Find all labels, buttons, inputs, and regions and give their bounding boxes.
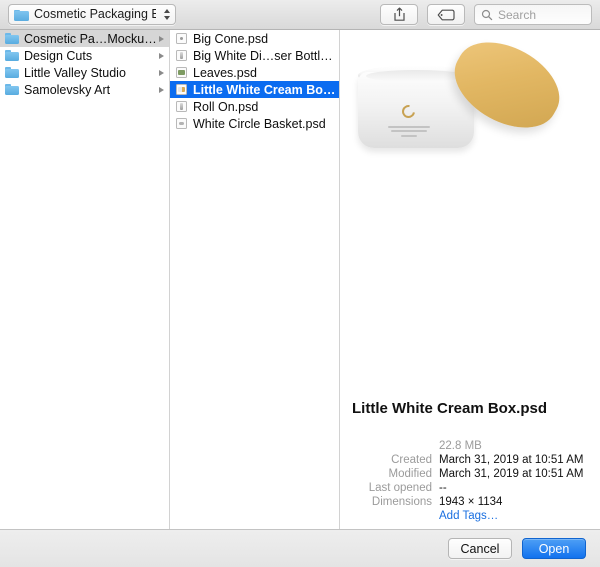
metadata-value-size: 22.8 MB	[439, 440, 482, 452]
metadata-label-dimensions: Dimensions	[371, 496, 432, 508]
cancel-button[interactable]: Cancel	[448, 538, 512, 559]
folder-icon	[14, 9, 29, 21]
psd-file-icon	[176, 67, 187, 78]
metadata-row-modified: Modified March 31, 2019 at 10:51 AM	[340, 467, 600, 481]
metadata-row-size: 22.8 MB	[340, 439, 600, 453]
add-tags-link[interactable]: Add Tags…	[439, 510, 498, 522]
search-placeholder: Search	[498, 7, 537, 22]
sidebar-item-label: Samolevsky Art	[24, 82, 111, 97]
file-row-white-circle-basket[interactable]: White Circle Basket.psd	[170, 115, 339, 132]
psd-file-icon	[176, 118, 187, 129]
folder-icon	[5, 67, 19, 78]
file-label: Big White Di…ser Bottle.psd	[193, 48, 337, 63]
chevron-right-icon	[159, 69, 164, 76]
folder-icon	[5, 84, 19, 95]
metadata-row-dimensions: Dimensions 1943 × 1134	[340, 495, 600, 509]
column-browser: Cosmetic Pa…Mockup Zone Design Cuts Litt…	[0, 30, 600, 529]
metadata-value-created: March 31, 2019 at 10:51 AM	[439, 454, 584, 466]
folder-icon	[5, 33, 19, 44]
column-files[interactable]: Big Cone.psd Big White Di…ser Bottle.psd…	[170, 30, 340, 529]
file-preview-image	[340, 30, 600, 400]
sidebar-item-design-cuts[interactable]: Design Cuts	[0, 47, 169, 64]
preview-file-name: Little White Cream Box.psd	[352, 400, 548, 417]
file-row-roll-on[interactable]: Roll On.psd	[170, 98, 339, 115]
psd-file-icon	[176, 84, 187, 95]
jar-rim-inner	[366, 70, 466, 82]
metadata-row-created: Created March 31, 2019 at 10:51 AM	[340, 453, 600, 467]
share-button[interactable]	[380, 4, 418, 25]
open-file-dialog: Cosmetic Packaging Br…	[0, 0, 600, 567]
tag-icon	[437, 9, 455, 20]
metadata-label-modified: Modified	[388, 468, 432, 480]
metadata-value-modified: March 31, 2019 at 10:51 AM	[439, 468, 584, 480]
dialog-footer: Cancel Open	[0, 529, 600, 567]
dialog-toolbar: Cosmetic Packaging Br…	[0, 0, 600, 30]
sidebar-item-little-valley-studio[interactable]: Little Valley Studio	[0, 64, 169, 81]
metadata-label-last-opened: Last opened	[368, 482, 432, 494]
file-metadata-table: 22.8 MB Created March 31, 2019 at 10:51 …	[340, 439, 600, 523]
file-label: Big Cone.psd	[193, 31, 269, 46]
metadata-row-last-opened: Last opened --	[340, 481, 600, 495]
chevron-right-icon	[159, 86, 164, 93]
sidebar-item-label: Cosmetic Pa…Mockup Zone	[24, 31, 159, 46]
file-row-little-white-cream-box[interactable]: Little White Cream Box.psd	[170, 81, 339, 98]
file-row-leaves[interactable]: Leaves.psd	[170, 64, 339, 81]
location-popup-button[interactable]: Cosmetic Packaging Br…	[8, 4, 176, 25]
file-label: Roll On.psd	[193, 99, 259, 114]
file-row-big-white-diffuser-bottle[interactable]: Big White Di…ser Bottle.psd	[170, 47, 339, 64]
metadata-value-dimensions: 1943 × 1134	[439, 496, 503, 508]
location-popup-label: Cosmetic Packaging Br…	[34, 7, 156, 21]
file-label: Little White Cream Box.psd	[193, 82, 337, 97]
psd-file-icon	[176, 33, 187, 44]
sidebar-item-label: Design Cuts	[24, 48, 93, 63]
tag-button[interactable]	[427, 4, 465, 25]
column-folders[interactable]: Cosmetic Pa…Mockup Zone Design Cuts Litt…	[0, 30, 170, 529]
share-icon	[393, 7, 405, 21]
chevron-right-icon	[159, 52, 164, 59]
chevron-up-down-icon	[162, 7, 171, 22]
folder-icon	[5, 50, 19, 61]
metadata-value-last-opened: --	[439, 482, 447, 494]
search-input[interactable]: Search	[474, 4, 592, 25]
sidebar-item-label: Little Valley Studio	[24, 65, 126, 80]
psd-file-icon	[176, 101, 187, 112]
search-icon	[481, 9, 493, 20]
metadata-label-created: Created	[391, 454, 432, 466]
open-button[interactable]: Open	[522, 538, 586, 559]
metadata-label-size	[340, 439, 439, 453]
sidebar-item-samolevsky-art[interactable]: Samolevsky Art	[0, 81, 169, 98]
column-preview: Little White Cream Box.psd 22.8 MB Creat…	[340, 30, 600, 529]
file-label: White Circle Basket.psd	[193, 116, 326, 131]
file-row-big-cone[interactable]: Big Cone.psd	[170, 30, 339, 47]
file-info-panel: Little White Cream Box.psd 22.8 MB Creat…	[340, 400, 600, 529]
jar-label-text	[386, 123, 432, 139]
metadata-label-spacer	[340, 509, 439, 523]
metadata-row-add-tags: Add Tags…	[340, 509, 600, 523]
psd-file-icon	[176, 50, 187, 61]
chevron-right-icon	[159, 35, 164, 42]
toolbar-right-group: Search	[380, 4, 592, 25]
sidebar-item-cosmetic-packaging[interactable]: Cosmetic Pa…Mockup Zone	[0, 30, 169, 47]
file-label: Leaves.psd	[193, 65, 257, 80]
